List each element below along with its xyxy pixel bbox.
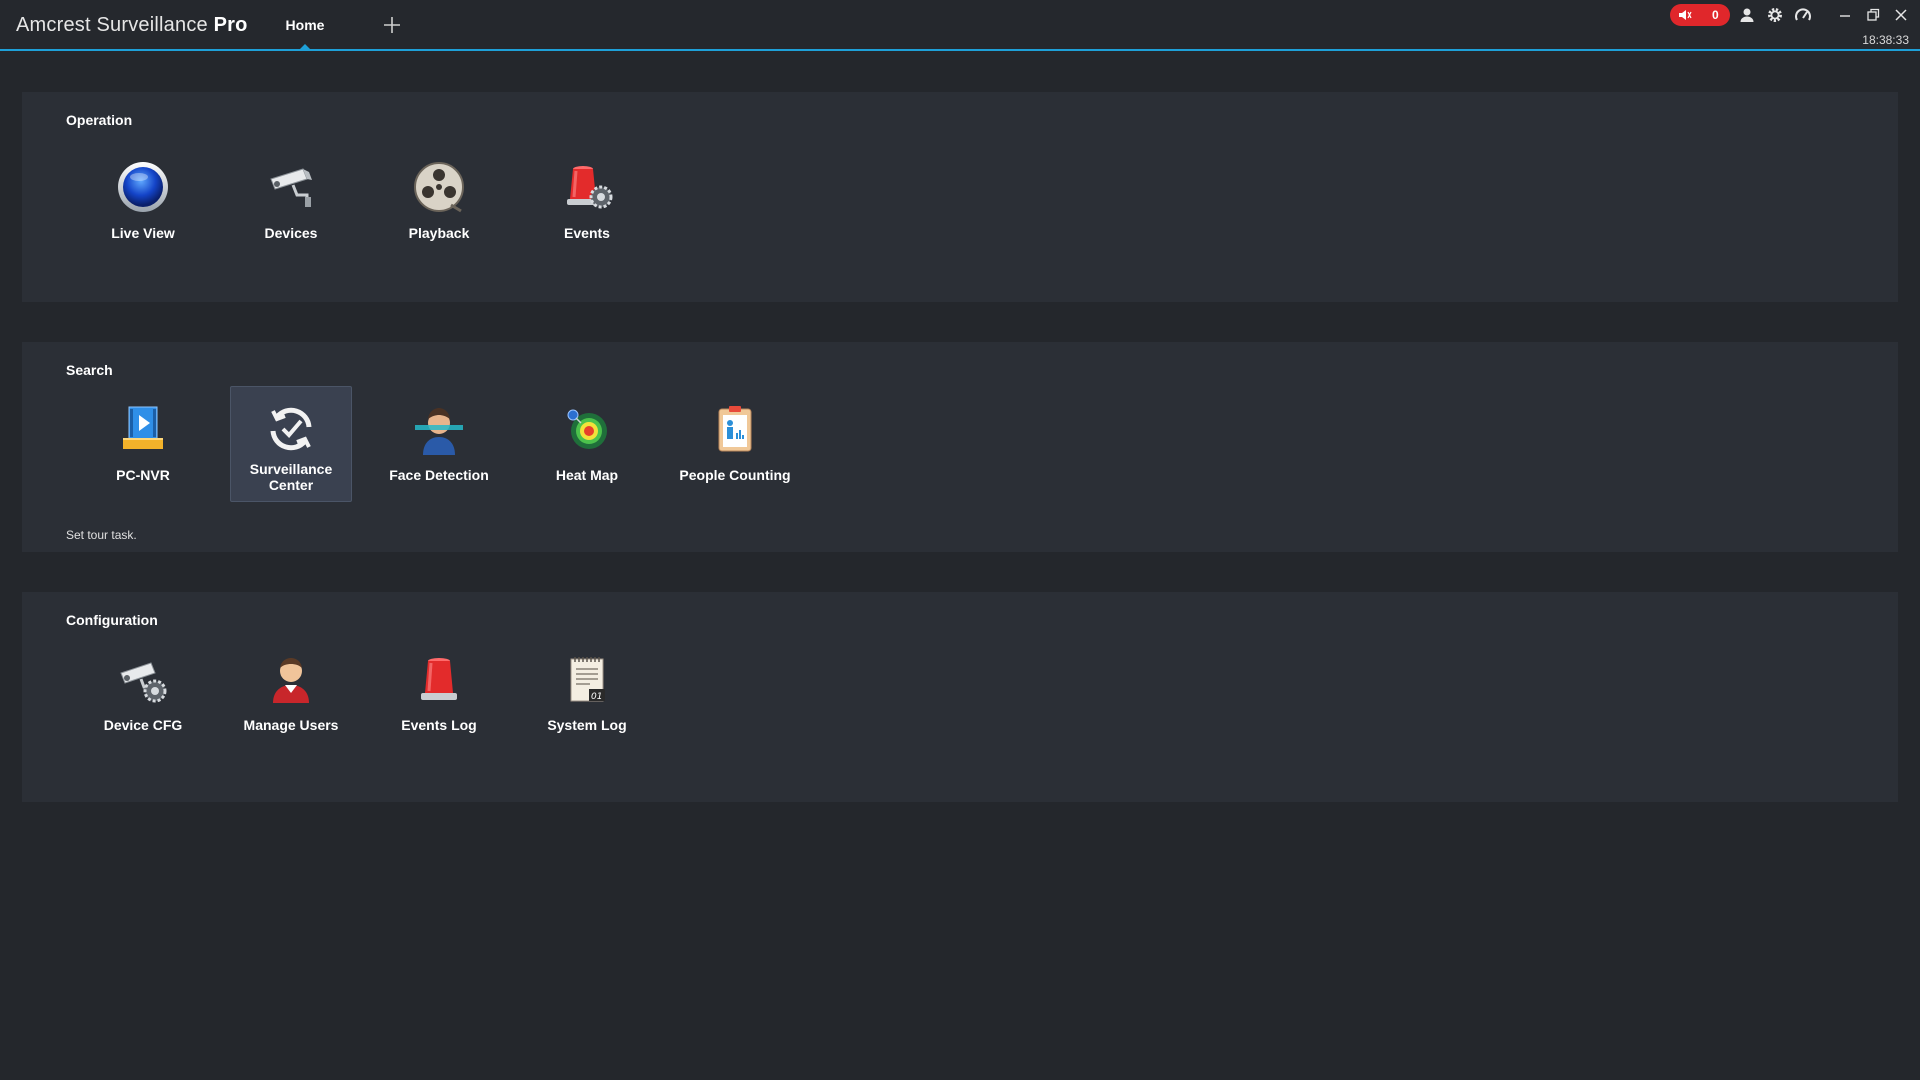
people-counting-label: People Counting [679, 467, 791, 483]
live-view-button[interactable]: Live View [82, 144, 204, 260]
gear-icon[interactable] [1766, 6, 1784, 24]
events-label: Events [564, 225, 610, 241]
film-reel-icon [414, 162, 464, 213]
devices-button[interactable]: Devices [230, 144, 352, 260]
camera-gear-icon [120, 662, 167, 703]
operation-panel: Operation Live View Devices Playback Eve… [22, 92, 1898, 302]
restore-icon[interactable] [1864, 6, 1882, 24]
search-panel: Search PC-NVR Surveillance Center Face D… [22, 342, 1898, 552]
search-title: Search [66, 362, 113, 378]
surveillance-center-button[interactable]: Surveillance Center [230, 386, 352, 502]
close-icon[interactable] [1892, 6, 1910, 24]
operation-title: Operation [66, 112, 133, 128]
tour-task-hint: Set tour task. [66, 528, 137, 542]
live-view-label: Live View [111, 225, 175, 241]
heat-map-button[interactable]: Heat Map [526, 386, 648, 502]
alarm-badge[interactable]: 0 [1670, 4, 1730, 26]
minimize-icon[interactable] [1836, 6, 1854, 24]
speaker-icon [1679, 10, 1692, 20]
configuration-title: Configuration [66, 612, 158, 628]
system-log-button[interactable]: 01 System Log [526, 636, 648, 752]
devices-label: Devices [264, 225, 318, 241]
surveillance-center-label: Surveillance Center [249, 461, 333, 493]
add-tab-icon[interactable] [380, 13, 404, 37]
device-cfg-label: Device CFG [103, 717, 183, 733]
heat-map-label: Heat Map [555, 467, 619, 483]
people-counting-icon [718, 406, 752, 452]
clock: 18:38:33 [1862, 33, 1909, 47]
playback-button[interactable]: Playback [378, 144, 500, 260]
face-scan-icon [415, 408, 463, 455]
face-detection-button[interactable]: Face Detection [378, 386, 500, 502]
pc-nvr-icon [123, 406, 163, 449]
user-account-icon[interactable] [1738, 6, 1756, 24]
events-log-button[interactable]: Events Log [378, 636, 500, 752]
tab-home[interactable]: Home [270, 0, 340, 49]
live-view-icon [118, 162, 168, 212]
configuration-panel: Configuration Device CFG Manage Users Ev… [22, 592, 1898, 802]
events-log-label: Events Log [401, 717, 477, 733]
title-bar: Amcrest Surveillance Pro Home 0 18:38:33 [0, 0, 1920, 51]
pc-nvr-label: PC-NVR [116, 467, 170, 483]
svg-text:01: 01 [591, 692, 602, 702]
alarm-siren-gear-icon [567, 166, 613, 209]
alarm-siren-icon [421, 658, 457, 700]
user-icon [273, 658, 309, 703]
manage-users-button[interactable]: Manage Users [230, 636, 352, 752]
alarm-count: 0 [1712, 8, 1719, 22]
device-cfg-button[interactable]: Device CFG [82, 636, 204, 752]
app-title: Amcrest Surveillance Pro [16, 14, 248, 36]
pc-nvr-button[interactable]: PC-NVR [82, 386, 204, 502]
camera-icon [270, 168, 312, 207]
face-detection-label: Face Detection [389, 467, 489, 483]
events-button[interactable]: Events [526, 144, 648, 260]
heat-map-icon [567, 409, 607, 449]
sync-check-icon [270, 407, 312, 451]
playback-label: Playback [408, 225, 470, 241]
manage-users-label: Manage Users [243, 717, 339, 733]
notepad-icon: 01 [570, 657, 605, 702]
performance-gauge-icon[interactable] [1794, 6, 1812, 24]
system-log-label: System Log [547, 717, 627, 733]
people-counting-button[interactable]: People Counting [674, 386, 796, 502]
